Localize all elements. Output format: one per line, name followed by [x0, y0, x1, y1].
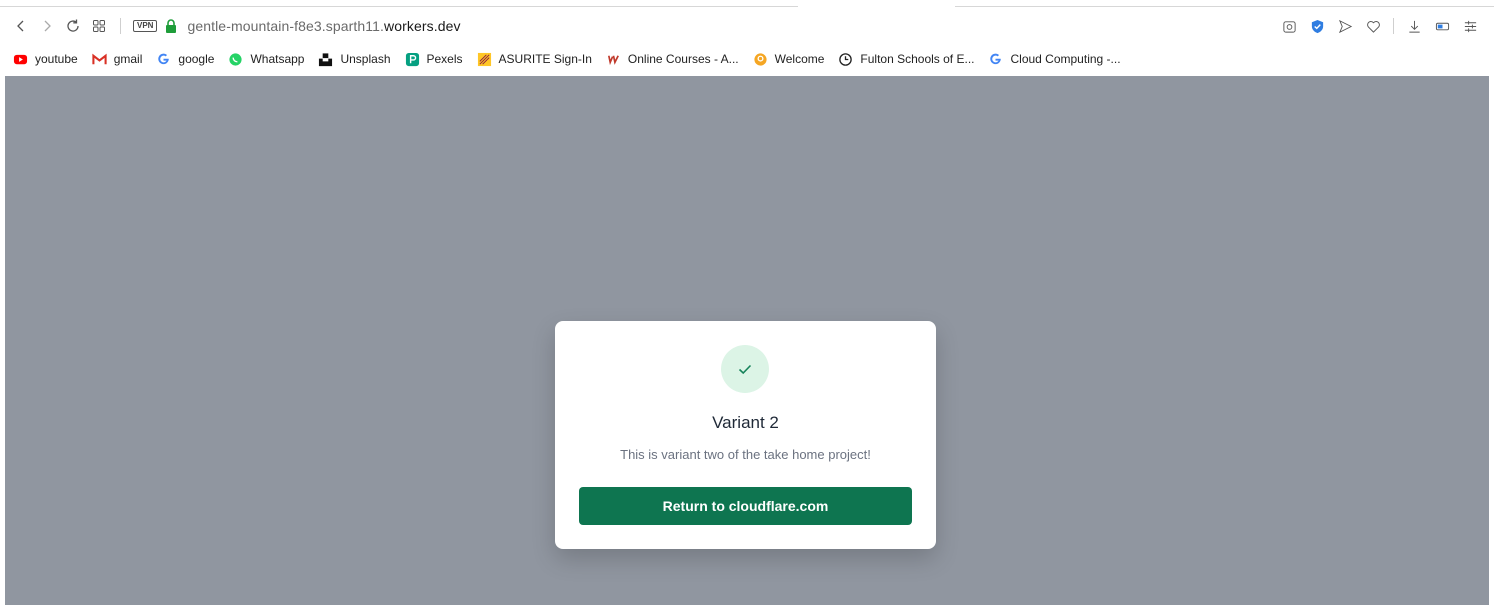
tab-strip-line: [955, 6, 1494, 7]
send-icon[interactable]: [1337, 18, 1353, 34]
asu-icon: [477, 52, 492, 67]
bookmark-cloud-computing[interactable]: Cloud Computing -...: [988, 52, 1121, 67]
bookmark-label: Welcome: [774, 52, 825, 66]
card-description: This is variant two of the take home pro…: [620, 447, 871, 462]
bookmark-youtube[interactable]: youtube: [13, 52, 78, 67]
bookmark-whatsapp[interactable]: Whatsapp: [228, 52, 304, 67]
forward-icon[interactable]: [34, 13, 60, 39]
pexels-icon: [405, 52, 420, 67]
settings-sliders-icon[interactable]: [1462, 18, 1478, 34]
url-path: gentle-mountain-f8e3.sparth11.: [187, 18, 384, 34]
bookmark-fulton[interactable]: Fulton Schools of E...: [838, 52, 974, 67]
back-icon[interactable]: [8, 13, 34, 39]
bookmarks-bar: youtube gmail google Whatsapp Unsplash P…: [0, 44, 1494, 74]
return-button[interactable]: Return to cloudflare.com: [579, 487, 912, 525]
page-overlay: Variant 2 This is variant two of the tak…: [5, 76, 1489, 605]
bookmark-label: gmail: [113, 52, 143, 66]
whatsapp-icon: [228, 52, 243, 67]
success-check-badge: [721, 345, 769, 393]
bookmark-label: Unsplash: [340, 52, 391, 66]
browser-toolbar: VPN gentle-mountain-f8e3.sparth11.worker…: [0, 8, 1494, 44]
toolbar-right-icons: [1281, 8, 1478, 44]
bookmark-label: Cloud Computing -...: [1010, 52, 1121, 66]
bookmark-gmail[interactable]: gmail: [92, 52, 143, 67]
bookmark-label: ASURITE Sign-In: [498, 52, 592, 66]
bookmark-google[interactable]: google: [156, 52, 214, 67]
download-icon[interactable]: [1406, 18, 1422, 34]
bookmark-asurite[interactable]: ASURITE Sign-In: [477, 52, 592, 67]
bookmark-pexels[interactable]: Pexels: [405, 52, 463, 67]
bookmark-label: Pexels: [426, 52, 463, 66]
bookmark-unsplash[interactable]: Unsplash: [318, 52, 391, 67]
reload-icon[interactable]: [60, 13, 86, 39]
google-icon: [988, 52, 1003, 67]
bookmark-label: youtube: [35, 52, 78, 66]
toolbar-divider: [1393, 18, 1394, 34]
bookmark-label: Online Courses - A...: [627, 52, 739, 66]
url-host: workers.dev: [384, 18, 461, 34]
tabs-grid-icon[interactable]: [86, 13, 112, 39]
gmail-icon: [92, 52, 107, 67]
youtube-icon: [13, 52, 28, 67]
clock-icon: [838, 52, 853, 67]
toolbar-divider: [120, 18, 121, 34]
success-card: Variant 2 This is variant two of the tak…: [555, 321, 936, 549]
address-bar[interactable]: gentle-mountain-f8e3.sparth11.workers.de…: [187, 18, 460, 34]
lock-icon[interactable]: [165, 19, 177, 33]
welcome-icon: [753, 52, 768, 67]
bookmark-label: google: [178, 52, 215, 66]
vpn-badge[interactable]: VPN: [133, 20, 158, 32]
shield-icon[interactable]: [1309, 18, 1325, 34]
camera-icon[interactable]: [1281, 18, 1297, 34]
checkmark-icon: [738, 364, 752, 375]
bookmark-online-courses[interactable]: Online Courses - A...: [606, 52, 739, 67]
battery-icon[interactable]: [1434, 18, 1450, 34]
bookmark-label: Fulton Schools of E...: [860, 52, 975, 66]
unsplash-icon: [318, 52, 333, 67]
bookmark-welcome[interactable]: Welcome: [753, 52, 825, 67]
bookmark-label: Whatsapp: [250, 52, 305, 66]
heart-icon[interactable]: [1365, 18, 1381, 34]
tab-strip-line: [0, 6, 798, 7]
udemy-icon: [606, 52, 621, 67]
card-title: Variant 2: [712, 413, 779, 432]
google-icon: [156, 52, 171, 67]
